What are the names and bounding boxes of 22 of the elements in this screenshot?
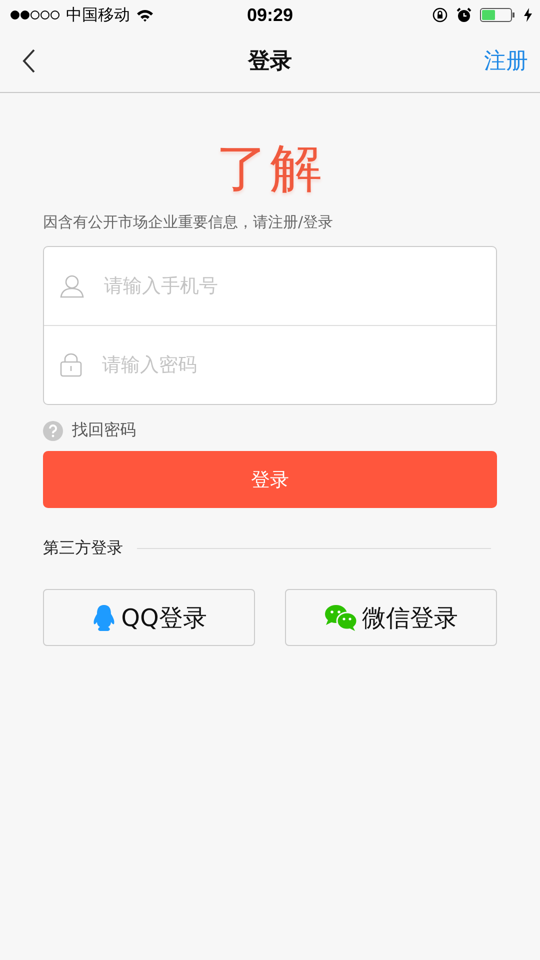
carrier-name: 中国移动 [66, 4, 130, 26]
forgot-password-link[interactable]: 找回密码 [43, 420, 136, 441]
lock-icon [60, 353, 82, 377]
social-login-button[interactable]: QQ登录 [43, 589, 255, 646]
charging-icon [524, 8, 532, 22]
nav-title: 登录 [248, 48, 292, 76]
chat-bubbles-icon [324, 604, 358, 632]
social-login-button[interactable]: 微信登录 [285, 589, 497, 646]
alarm-icon [456, 7, 472, 23]
signal-icon [10, 10, 60, 20]
back-chevron-icon [22, 49, 36, 73]
input-field[interactable]: 请输入密码 [100, 353, 496, 377]
wifi-icon [136, 8, 154, 22]
user-icon [60, 274, 84, 298]
rotation-lock-icon [432, 7, 448, 23]
input-field[interactable]: 请输入手机号 [102, 274, 496, 298]
app-logo: 了解 [216, 138, 324, 201]
notice-text: 因含有公开市场企业重要信息，请注册/登录 [43, 213, 334, 232]
section-label: 第三方登录 [43, 538, 123, 559]
question-icon [43, 420, 63, 440]
status-time: 09:29 [246, 4, 294, 26]
battery-icon [480, 8, 516, 22]
